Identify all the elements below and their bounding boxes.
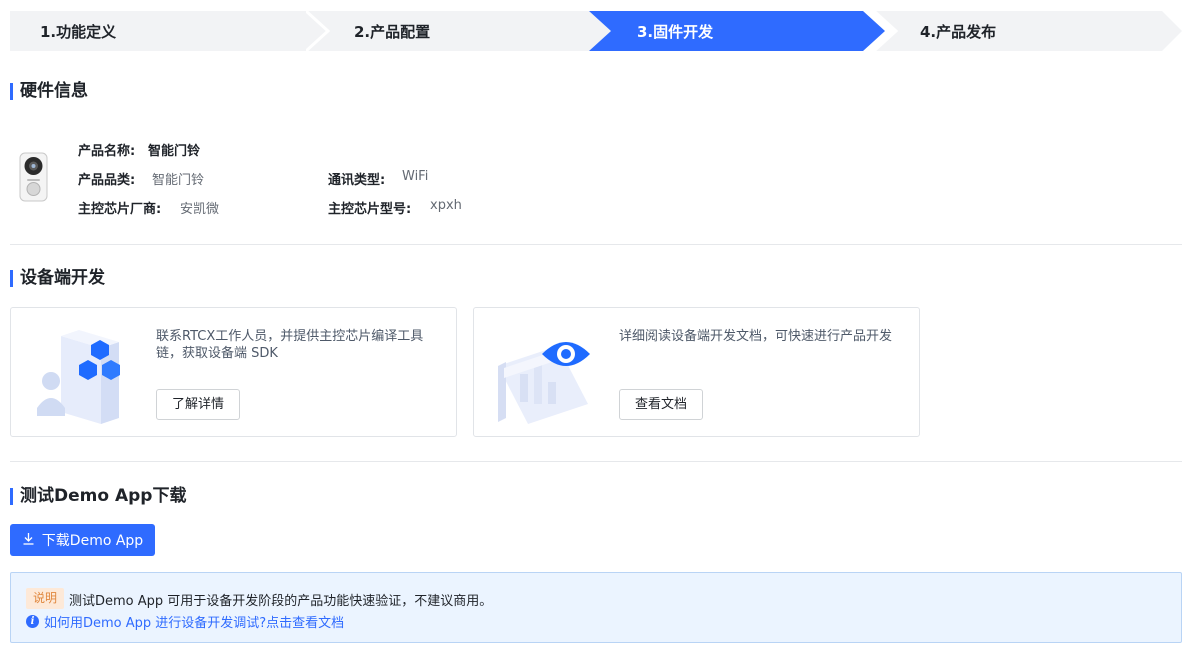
docs-card: 详细阅读设备端开发文档，可快速进行产品开发 查看文档	[473, 307, 920, 437]
divider	[10, 244, 1182, 245]
comm-type-value: WiFi	[402, 169, 429, 184]
step-label: 1.功能定义	[40, 22, 117, 41]
demo-docs-link-label: 如何用Demo App 进行设备开发调试?点击查看文档	[44, 616, 345, 631]
step-label: 2.产品配置	[354, 22, 431, 41]
cubes-illustration	[31, 326, 131, 426]
step-label: 4.产品发布	[920, 22, 997, 41]
chip-model-value: xpxh	[430, 198, 462, 213]
step-1[interactable]: 1.功能定义	[10, 11, 328, 51]
stepper: 1.功能定义 2.产品配置 3.固件开发 4.产品发布	[10, 11, 1182, 51]
product-name-value: 智能门铃	[148, 144, 201, 159]
step-2[interactable]: 2.产品配置	[306, 11, 611, 51]
demo-section-title: 测试Demo App下载	[10, 486, 186, 506]
download-demo-app-button[interactable]: 下载Demo App	[10, 524, 155, 556]
step-4[interactable]: 4.产品发布	[874, 11, 1182, 51]
category-label: 产品品类:	[78, 173, 136, 188]
sdk-card: 联系RTCX工作人员，并提供主控芯片编译工具链，获取设备端 SDK 了解详情	[10, 307, 457, 437]
category-value: 智能门铃	[152, 173, 205, 188]
learn-more-button[interactable]: 了解详情	[156, 389, 241, 420]
demo-docs-link[interactable]: i 如何用Demo App 进行设备开发调试?点击查看文档	[26, 612, 344, 631]
download-icon	[22, 532, 35, 549]
comm-type-label: 通讯类型:	[328, 173, 386, 188]
divider	[10, 461, 1182, 462]
device-dev-section-title: 设备端开发	[10, 268, 105, 288]
step-label: 3.固件开发	[637, 22, 714, 41]
product-name-label: 产品名称:	[78, 144, 136, 159]
chip-vendor-label: 主控芯片厂商:	[78, 202, 162, 217]
chip-vendor-value: 安凯微	[180, 202, 220, 217]
docs-card-description: 详细阅读设备端开发文档，可快速进行产品开发	[619, 329, 893, 344]
view-docs-button[interactable]: 查看文档	[619, 389, 704, 420]
notice-tag: 说明	[26, 588, 65, 609]
doorbell-icon	[19, 152, 48, 202]
chip-model-label: 主控芯片型号:	[328, 202, 412, 217]
sdk-card-description: 联系RTCX工作人员，并提供主控芯片编译工具链，获取设备端 SDK	[156, 329, 424, 361]
step-3[interactable]: 3.固件开发	[589, 11, 885, 51]
download-button-label: 下载Demo App	[41, 533, 144, 549]
eye-illustration	[494, 326, 594, 426]
info-icon: i	[26, 615, 39, 628]
notice-text: 测试Demo App 可用于设备开发阶段的产品功能快速验证，不建议商用。	[69, 594, 493, 609]
notice-box: 说明 测试Demo App 可用于设备开发阶段的产品功能快速验证，不建议商用。 …	[10, 572, 1182, 643]
hardware-section-title: 硬件信息	[10, 81, 88, 101]
